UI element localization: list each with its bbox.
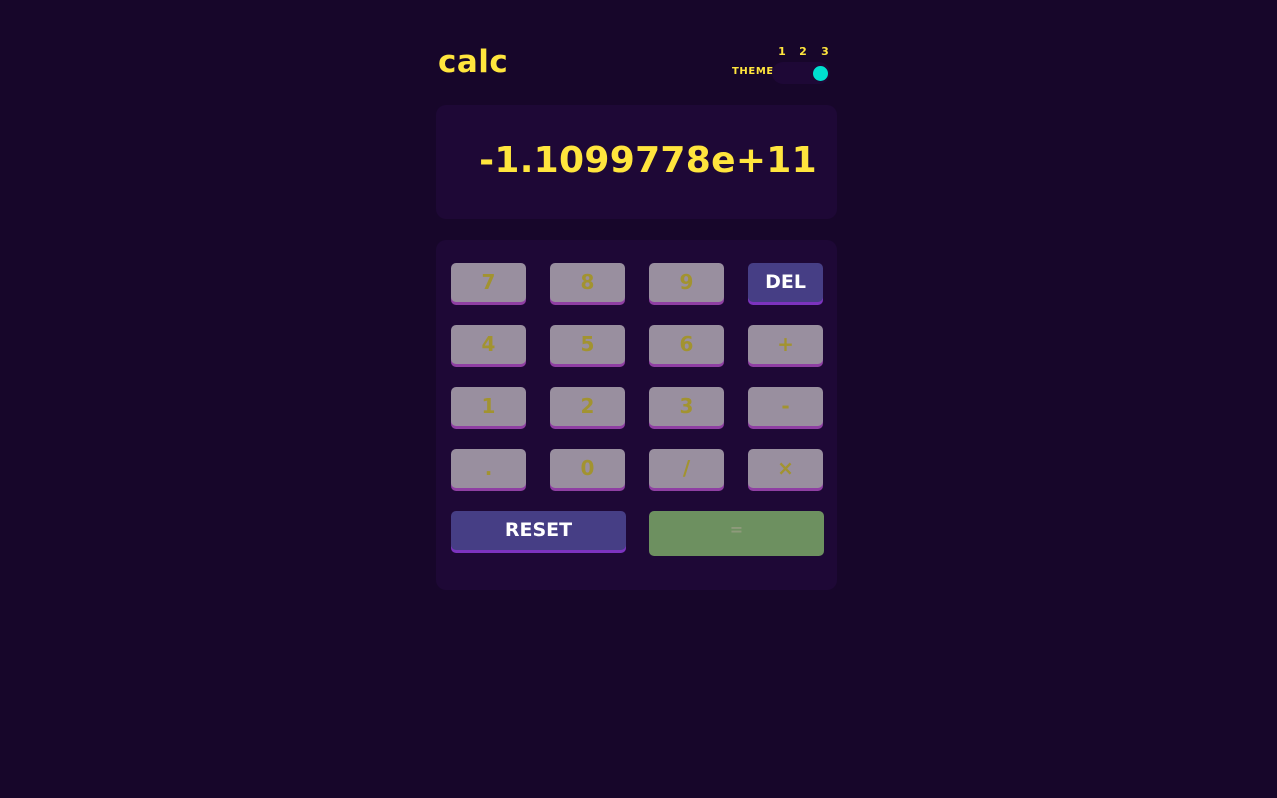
theme-number-3: 3 xyxy=(821,45,829,58)
theme-label: THEME xyxy=(732,66,774,77)
app-logo: calc xyxy=(438,44,509,80)
calculator-app: calc 1 2 3 THEME -1.1099778e+11 7 8 9 DE… xyxy=(436,0,837,798)
key-1[interactable]: 1 xyxy=(451,387,526,426)
equals-button[interactable]: = xyxy=(649,511,824,553)
keypad: 7 8 9 DEL 4 5 6 + 1 2 3 - . 0 / × RESET … xyxy=(436,240,837,590)
key-2[interactable]: 2 xyxy=(550,387,625,426)
key-8[interactable]: 8 xyxy=(550,263,625,302)
display-screen: -1.1099778e+11 xyxy=(436,105,837,219)
key-minus[interactable]: - xyxy=(748,387,823,426)
theme-number-2: 2 xyxy=(799,45,807,58)
delete-button[interactable]: DEL xyxy=(748,263,823,302)
key-4[interactable]: 4 xyxy=(451,325,526,364)
theme-toggle[interactable] xyxy=(772,62,830,84)
key-5[interactable]: 5 xyxy=(550,325,625,364)
key-3[interactable]: 3 xyxy=(649,387,724,426)
key-divide[interactable]: / xyxy=(649,449,724,488)
key-0[interactable]: 0 xyxy=(550,449,625,488)
reset-button[interactable]: RESET xyxy=(451,511,626,550)
theme-toggle-knob[interactable] xyxy=(813,66,828,81)
key-6[interactable]: 6 xyxy=(649,325,724,364)
key-7[interactable]: 7 xyxy=(451,263,526,302)
key-multiply[interactable]: × xyxy=(748,449,823,488)
key-plus[interactable]: + xyxy=(748,325,823,364)
key-9[interactable]: 9 xyxy=(649,263,724,302)
theme-number-1: 1 xyxy=(778,45,786,58)
display-value: -1.1099778e+11 xyxy=(479,140,817,181)
header: calc 1 2 3 THEME xyxy=(436,40,837,88)
key-decimal[interactable]: . xyxy=(451,449,526,488)
